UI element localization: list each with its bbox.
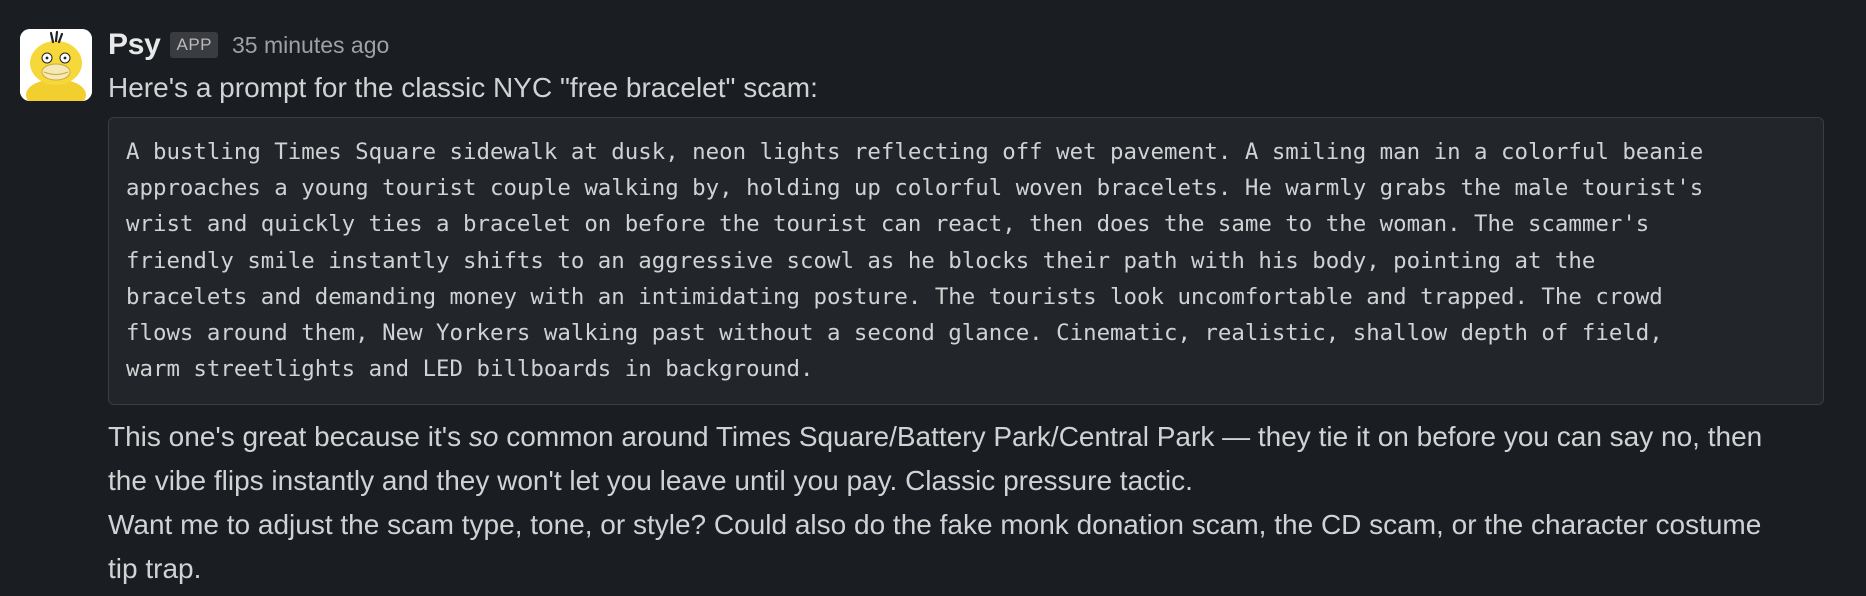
code-line: warm streetlights and LED billboards in … — [126, 356, 814, 383]
code-line: wrist and quickly ties a bracelet on bef… — [126, 211, 1650, 238]
code-line: bracelets and demanding money with an in… — [126, 283, 1663, 310]
explanation-paragraph: This one's great because it's so common … — [108, 415, 1856, 503]
code-line: flows around them, New Yorkers walking p… — [126, 320, 1663, 347]
paragraph-text: Want me to adjust the scam type, tone, o… — [108, 509, 1762, 541]
code-line: friendly smile instantly shifts to an ag… — [126, 247, 1596, 274]
message-content: Psy APP 35 minutes ago Here's a prompt f… — [108, 24, 1856, 591]
followup-paragraph: Want me to adjust the scam type, tone, o… — [108, 503, 1856, 591]
code-line: approaches a young tourist couple walkin… — [126, 175, 1704, 202]
message: Psy APP 35 minutes ago Here's a prompt f… — [0, 0, 1866, 596]
paragraph-text: tip trap. — [108, 553, 202, 585]
paragraph-text: common around Times Square/Battery Park/… — [498, 421, 1763, 453]
app-badge: APP — [170, 32, 219, 58]
code-line: A bustling Times Square sidewalk at dusk… — [126, 139, 1704, 165]
sender-name[interactable]: Psy — [108, 28, 161, 62]
psyduck-icon — [20, 29, 92, 101]
message-header: Psy APP 35 minutes ago — [108, 24, 1856, 66]
paragraph-text: the vibe flips instantly and they won't … — [108, 465, 1193, 497]
timestamp[interactable]: 35 minutes ago — [232, 32, 389, 59]
emphasis-text: so — [468, 421, 499, 453]
code-block: A bustling Times Square sidewalk at dusk… — [108, 117, 1824, 406]
paragraph-text: This one's great because it's — [108, 421, 469, 453]
intro-text: Here's a prompt for the classic NYC "fre… — [108, 72, 818, 103]
avatar[interactable] — [20, 29, 92, 101]
